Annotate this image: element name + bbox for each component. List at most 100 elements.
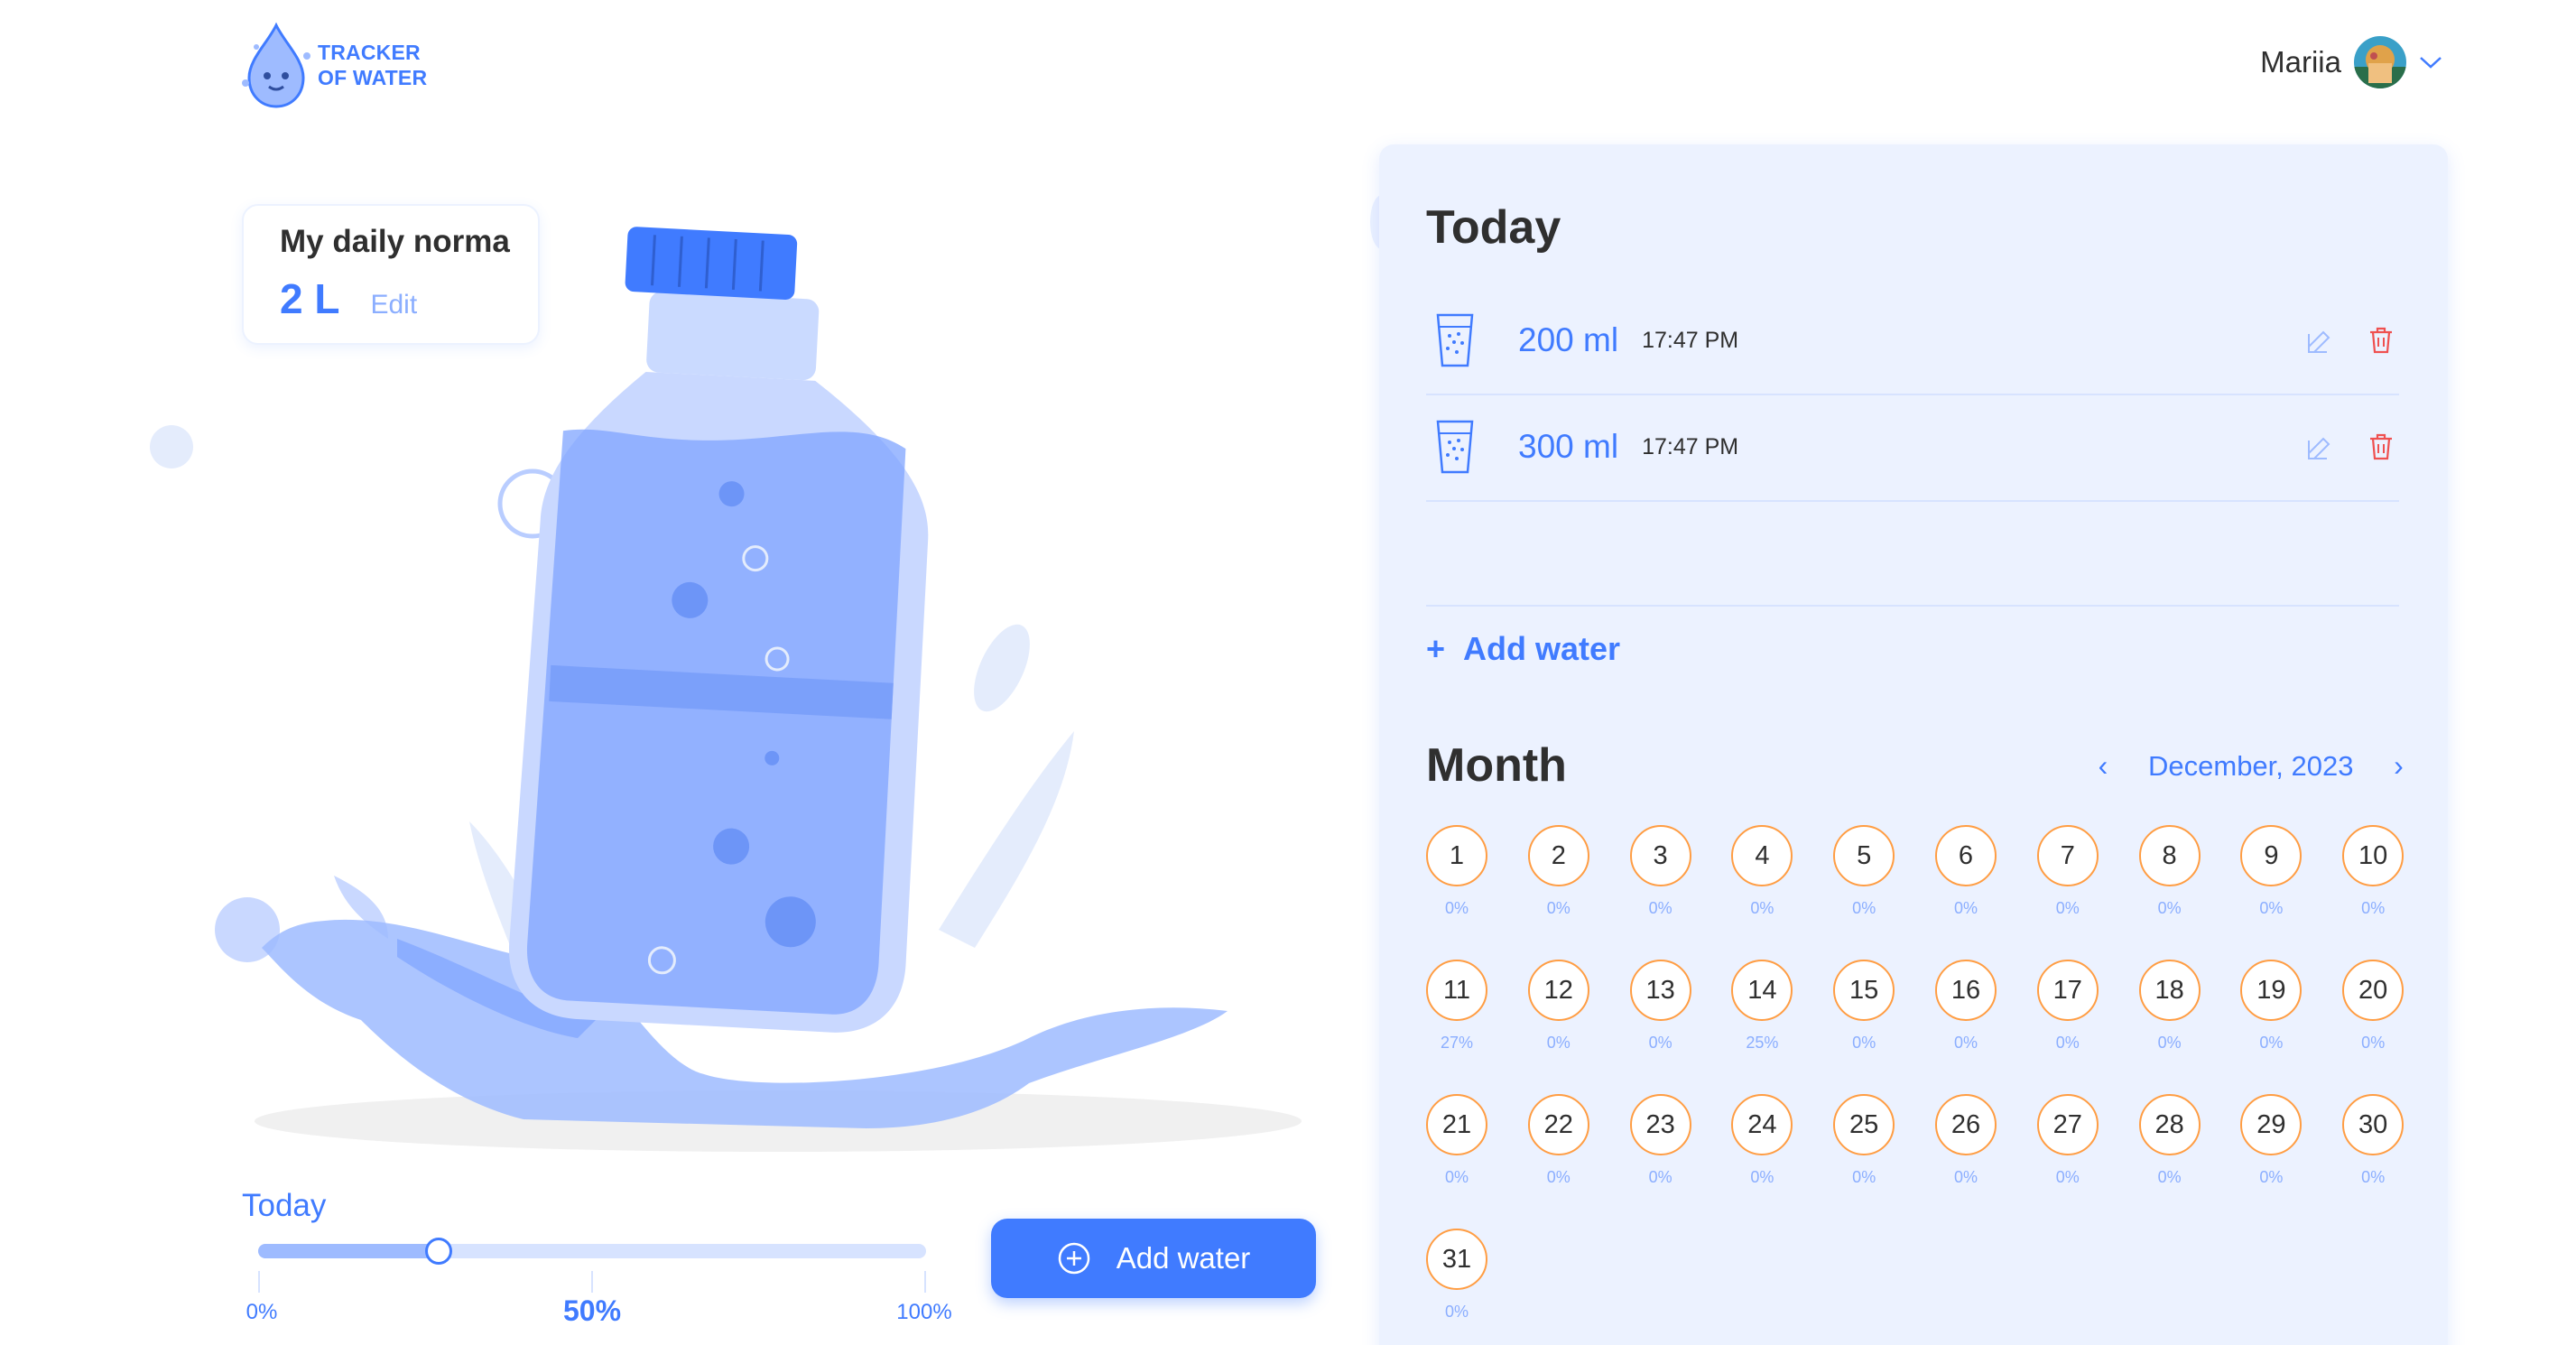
progress-tick-50	[591, 1271, 593, 1293]
calendar-day-percent: 0%	[2055, 1168, 2080, 1186]
calendar-day[interactable]: 13	[1629, 960, 1691, 1021]
month-label: December, 2023	[2148, 749, 2354, 782]
calendar-day[interactable]: 16	[1935, 960, 1997, 1021]
entry-time: 17:47 PM	[1642, 327, 1739, 353]
calendar-day[interactable]: 22	[1527, 1094, 1589, 1155]
calendar-day[interactable]: 17	[2036, 960, 2099, 1021]
calendar-day[interactable]: 20	[2342, 960, 2405, 1021]
calendar-day-percent: 0%	[2055, 899, 2080, 917]
user-name: Mariia	[2260, 45, 2341, 79]
today-progress-fill	[258, 1244, 439, 1258]
today-progress-label: Today	[242, 1188, 327, 1223]
progress-tick-0	[258, 1271, 260, 1293]
calendar-day-percent: 0%	[2157, 1168, 2182, 1186]
add-water-link[interactable]: + Add water	[1426, 630, 1620, 668]
calendar-day[interactable]: 14	[1731, 960, 1793, 1021]
water-drop-mascot-icon	[242, 22, 310, 108]
calendar-day[interactable]: 4	[1731, 825, 1793, 886]
water-entry: 200 ml 17:47 PM	[1426, 287, 2399, 395]
plus-circle-icon	[1058, 1242, 1089, 1275]
calendar-day-percent: 25%	[1746, 1034, 1779, 1052]
logo-text: TRACKER OF WATER	[318, 40, 427, 90]
edit-icon[interactable]	[2305, 433, 2334, 462]
calendar-day-percent: 0%	[1852, 899, 1876, 917]
calendar-day[interactable]: 15	[1833, 960, 1895, 1021]
calendar-day-percent: 0%	[1953, 1168, 1978, 1186]
month-title: Month	[1426, 739, 1567, 792]
calendar-day-percent: 27%	[1440, 1034, 1474, 1052]
calendar-day-percent: 0%	[2259, 1034, 2284, 1052]
logo-line-2: OF WATER	[318, 66, 428, 89]
water-entry: 300 ml 17:47 PM	[1426, 394, 2399, 502]
avatar	[2354, 36, 2406, 88]
calendar-day-percent: 0%	[1648, 1168, 1673, 1186]
calendar-day-percent: 0%	[2157, 899, 2182, 917]
calendar-day[interactable]: 30	[2342, 1094, 2405, 1155]
calendar-day-percent: 0%	[1953, 899, 1978, 917]
month-navigator: ‹ December, 2023 ›	[2092, 749, 2409, 783]
calendar-day[interactable]: 10	[2342, 825, 2405, 886]
water-glass-icon	[1436, 313, 1474, 367]
calendar-day[interactable]: 26	[1935, 1094, 1997, 1155]
calendar-day-percent: 0%	[1750, 899, 1774, 917]
calendar-day-percent: 0%	[1750, 1168, 1774, 1186]
calendar-day-percent: 0%	[1852, 1168, 1876, 1186]
app-logo[interactable]: TRACKER OF WATER	[238, 20, 427, 110]
calendar-day[interactable]: 1	[1426, 825, 1487, 886]
today-progress-track	[258, 1238, 926, 1265]
calendar-day[interactable]: 7	[2036, 825, 2099, 886]
calendar-day-percent: 0%	[1852, 1034, 1876, 1052]
add-water-link-label: Add water	[1463, 630, 1621, 667]
calendar-day-percent: 0%	[1546, 899, 1571, 917]
calendar-day[interactable]: 19	[2240, 960, 2303, 1021]
calendar-day[interactable]: 2	[1527, 825, 1589, 886]
calendar-day-percent: 0%	[2259, 1168, 2284, 1186]
calendar-day[interactable]: 31	[1426, 1229, 1487, 1290]
calendar-day[interactable]: 9	[2240, 825, 2303, 886]
calendar-day-percent: 0%	[1648, 899, 1673, 917]
calendar-day[interactable]: 3	[1629, 825, 1691, 886]
calendar-day-percent: 0%	[2055, 1034, 2080, 1052]
chevron-down-icon[interactable]	[2419, 55, 2442, 70]
water-glass-icon	[1436, 420, 1474, 474]
progress-label-100: 100%	[896, 1300, 952, 1324]
trash-icon[interactable]	[2367, 431, 2395, 462]
calendar-day-percent: 0%	[2361, 1168, 2386, 1186]
calendar-day[interactable]: 23	[1629, 1094, 1691, 1155]
water-bottle-illustration	[150, 227, 1302, 1152]
calendar-day[interactable]: 12	[1527, 960, 1589, 1021]
calendar-day-percent: 0%	[2157, 1034, 2182, 1052]
logo-line-1: TRACKER	[318, 41, 421, 64]
calendar-day-percent: 0%	[2361, 1034, 2386, 1052]
calendar-day[interactable]: 11	[1426, 960, 1487, 1021]
chevron-left-icon[interactable]: ‹	[2092, 749, 2114, 783]
calendar-day[interactable]: 28	[2138, 1094, 2201, 1155]
chevron-right-icon[interactable]: ›	[2387, 749, 2409, 783]
edit-icon[interactable]	[2305, 327, 2334, 356]
calendar-day[interactable]: 6	[1935, 825, 1997, 886]
calendar-day[interactable]: 21	[1426, 1094, 1487, 1155]
add-water-button-label: Add water	[1116, 1241, 1251, 1275]
calendar-day-percent: 0%	[1444, 1168, 1469, 1186]
today-title: Today	[1426, 201, 1561, 254]
progress-slider-thumb[interactable]	[424, 1238, 452, 1265]
calendar-day[interactable]: 5	[1833, 825, 1895, 886]
calendar-day[interactable]: 24	[1731, 1094, 1793, 1155]
calendar-day-percent: 0%	[1546, 1168, 1571, 1186]
calendar-day-percent: 0%	[2259, 899, 2284, 917]
entry-amount: 300 ml	[1518, 428, 1619, 465]
entry-amount: 200 ml	[1518, 321, 1619, 358]
calendar-day[interactable]: 27	[2036, 1094, 2099, 1155]
calendar-day[interactable]: 8	[2138, 825, 2201, 886]
user-menu[interactable]: Mariia	[2260, 36, 2442, 88]
calendar-day[interactable]: 25	[1833, 1094, 1895, 1155]
progress-label-50: 50%	[562, 1294, 622, 1327]
calendar-day[interactable]: 29	[2240, 1094, 2303, 1155]
entry-time: 17:47 PM	[1642, 433, 1739, 459]
add-water-button[interactable]: Add water	[991, 1219, 1316, 1298]
trash-icon[interactable]	[2367, 325, 2395, 356]
calendar-day-percent: 0%	[1546, 1034, 1571, 1052]
calendar-day-percent: 0%	[2361, 899, 2386, 917]
calendar-day-percent: 0%	[1953, 1034, 1978, 1052]
calendar-day[interactable]: 18	[2138, 960, 2201, 1021]
